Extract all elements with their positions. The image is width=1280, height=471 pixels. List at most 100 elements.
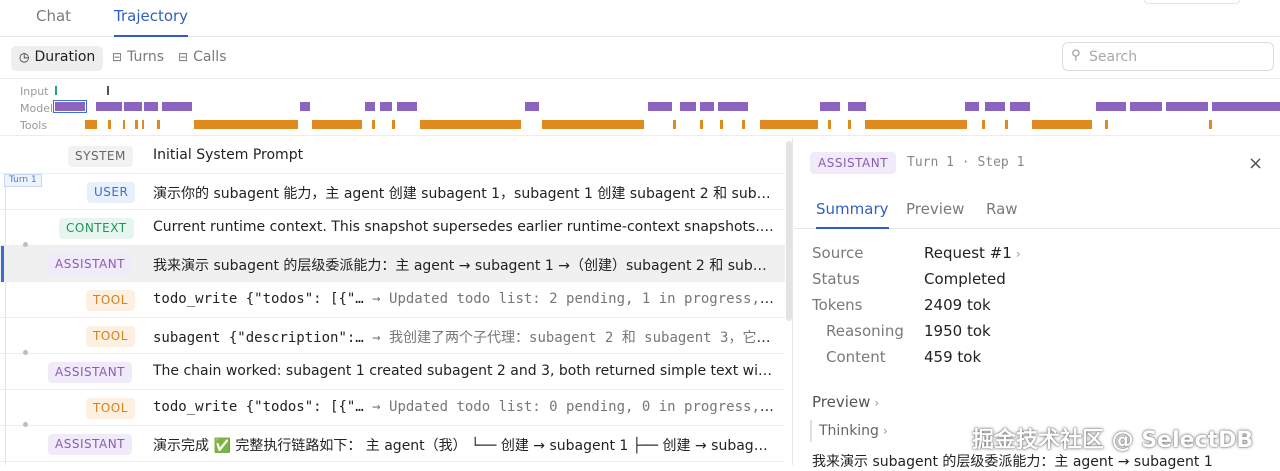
model-segment[interactable] xyxy=(1130,102,1162,111)
duration-timeline[interactable]: Input Model Tools xyxy=(0,78,1280,136)
source-link[interactable]: Request #1 › xyxy=(924,244,1021,262)
role-badge: ASSISTANT xyxy=(48,254,133,275)
model-segment[interactable] xyxy=(124,102,142,111)
details-panel: ASSISTANT Turn 1 · Step 1 × Summary Prev… xyxy=(794,138,1280,470)
model-segment[interactable] xyxy=(1010,102,1030,111)
tab-trajectory[interactable]: Trajectory xyxy=(114,0,189,37)
model-segment[interactable] xyxy=(365,102,375,111)
tool-segment[interactable] xyxy=(157,120,160,129)
role-badge: CONTEXT xyxy=(59,218,134,239)
calls-button[interactable]: ⊟ Calls xyxy=(170,46,235,71)
search-input[interactable] xyxy=(1089,46,1269,68)
tool-segment[interactable] xyxy=(1209,120,1212,129)
model-segment[interactable] xyxy=(965,102,979,111)
model-segment-selected[interactable] xyxy=(53,100,87,113)
tool-segment[interactable] xyxy=(135,120,138,129)
preview-section-toggle[interactable]: Preview › xyxy=(812,393,879,411)
top-tabs: Chat Trajectory xyxy=(0,0,1280,37)
role-badge: TOOL xyxy=(86,398,135,419)
tool-segment[interactable] xyxy=(828,120,831,129)
duration-label: Duration xyxy=(34,49,96,65)
tab-summary[interactable]: Summary xyxy=(816,200,889,229)
chevron-right-icon: › xyxy=(882,424,888,438)
model-segment[interactable] xyxy=(144,102,158,111)
model-segment[interactable] xyxy=(820,102,840,111)
duration-button[interactable]: ◷ Duration xyxy=(11,46,104,71)
list-item-tool[interactable]: TOOL todo_write {"todos": [{"… → Updated… xyxy=(0,390,785,426)
tool-segment[interactable] xyxy=(142,120,144,129)
tool-segment[interactable] xyxy=(1105,120,1108,129)
model-segment[interactable] xyxy=(1096,102,1126,111)
reasoning-value: 1950 tok xyxy=(924,322,991,340)
tool-segment[interactable] xyxy=(760,120,818,129)
timeline-input-label: Input xyxy=(20,85,49,98)
tab-chat[interactable]: Chat xyxy=(36,0,71,37)
tab-raw[interactable]: Raw xyxy=(986,200,1018,229)
panel-step-label: Turn 1 · Step 1 xyxy=(907,155,1025,170)
model-segment[interactable] xyxy=(397,102,417,111)
row-text: Initial System Prompt xyxy=(153,147,304,163)
view-toolbar: ◷ Duration ⊟ Turns ⊟ Calls ⚲ xyxy=(0,37,1280,77)
model-segment[interactable] xyxy=(648,102,672,111)
turns-button[interactable]: ⊟ Turns xyxy=(104,46,172,71)
tool-segment[interactable] xyxy=(1005,120,1008,129)
list-icon: ⊟ xyxy=(112,50,123,64)
tool-segment[interactable] xyxy=(312,120,362,129)
model-segment[interactable] xyxy=(718,102,748,111)
tool-segment[interactable] xyxy=(194,120,298,129)
model-segment[interactable] xyxy=(848,102,866,111)
tool-segment[interactable] xyxy=(720,120,723,129)
content-value: 459 tok xyxy=(924,348,982,366)
tool-segment[interactable] xyxy=(742,120,745,129)
model-segment[interactable] xyxy=(700,102,714,111)
model-segment[interactable] xyxy=(525,102,539,111)
thinking-label: Thinking xyxy=(819,423,879,439)
tool-segment[interactable] xyxy=(108,120,111,129)
list-item-tool[interactable]: TOOL todo_write {"todos": [{"… → Updated… xyxy=(0,282,785,318)
tool-segment[interactable] xyxy=(700,120,703,129)
model-segment[interactable] xyxy=(96,102,122,111)
tool-segment[interactable] xyxy=(1032,120,1092,129)
tool-segment[interactable] xyxy=(542,120,644,129)
tool-name: todo_write xyxy=(153,399,238,415)
tool-segment[interactable] xyxy=(123,120,125,129)
close-icon[interactable]: × xyxy=(1248,153,1263,174)
list-item-system[interactable]: SYSTEM Initial System Prompt xyxy=(0,138,785,174)
list-item-assistant[interactable]: ASSISTANT 演示完成 ✅ 完整执行链路如下： 主 agent（我） └─… xyxy=(0,422,785,462)
list-scrollbar[interactable] xyxy=(786,141,792,321)
input-marker xyxy=(107,86,109,95)
trajectory-list: SYSTEM Initial System Prompt USER 演示你的 s… xyxy=(0,138,793,465)
thinking-toggle[interactable]: Thinking › xyxy=(810,420,888,442)
tool-args: {"todos": [{"… xyxy=(237,399,364,415)
tool-segment[interactable] xyxy=(372,120,375,129)
tab-preview[interactable]: Preview xyxy=(906,200,964,229)
tool-args: {"todos": [{"… xyxy=(237,291,364,307)
list-item-context[interactable]: CONTEXT Current runtime context. This sn… xyxy=(0,210,785,246)
model-segment[interactable] xyxy=(1166,102,1208,111)
model-segment[interactable] xyxy=(680,102,696,111)
timeline-dot xyxy=(23,350,28,355)
tool-segment[interactable] xyxy=(392,120,395,129)
tool-segment[interactable] xyxy=(865,120,967,129)
content-key: Content xyxy=(826,348,886,366)
model-segment[interactable] xyxy=(162,102,192,111)
turn-tag[interactable]: Turn 1 xyxy=(4,174,42,187)
tool-segment[interactable] xyxy=(673,120,676,129)
tool-segment[interactable] xyxy=(85,120,97,129)
model-segment[interactable] xyxy=(300,102,310,111)
list-item-tool[interactable]: TOOL subagent {"description":… → 我创建了两个子… xyxy=(0,318,785,354)
model-segment[interactable] xyxy=(380,102,392,111)
list-item-user[interactable]: USER 演示你的 subagent 能力，主 agent 创建 subagen… xyxy=(0,174,785,210)
timeline-dot xyxy=(23,422,28,427)
tool-segment[interactable] xyxy=(848,120,851,129)
model-segment[interactable] xyxy=(1212,102,1280,111)
source-value: Request #1 xyxy=(924,244,1012,262)
tool-result: → Updated todo list: 2 pending, 1 in pro… xyxy=(372,291,775,307)
tool-segment[interactable] xyxy=(982,120,985,129)
tool-segment[interactable] xyxy=(420,120,521,129)
top-right-control[interactable] xyxy=(1144,0,1240,4)
list-item-assistant-selected[interactable]: ASSISTANT 我来演示 subagent 的层级委派能力：主 agent … xyxy=(0,242,785,282)
model-segment[interactable] xyxy=(985,102,1005,111)
role-badge: TOOL xyxy=(86,290,135,311)
list-item-assistant[interactable]: ASSISTANT The chain worked: subagent 1 c… xyxy=(0,350,785,390)
